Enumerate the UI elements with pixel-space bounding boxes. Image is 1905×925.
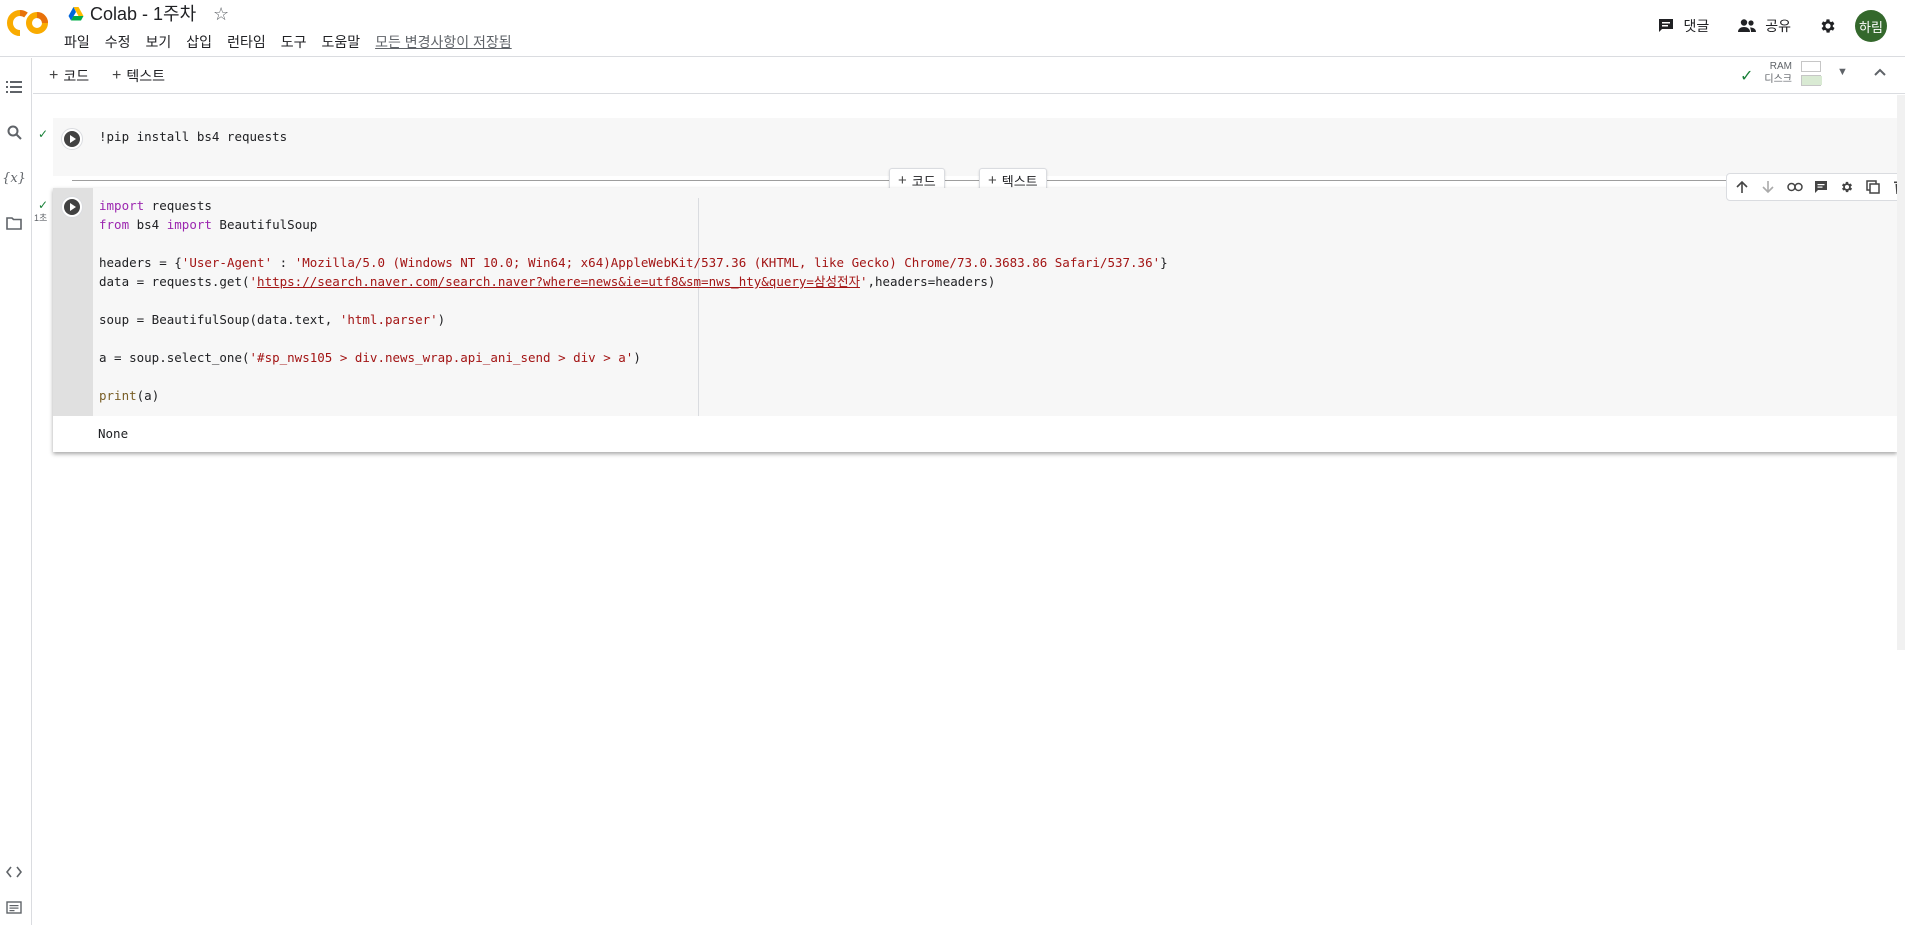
menu-help[interactable]: 도움말 (321, 33, 360, 51)
code-cell-active[interactable]: import requests from bs4 import Beautiful… (53, 173, 1905, 452)
code-line: data = requests.get('https://search.nave… (99, 274, 996, 289)
insert-code-label: 코드 (911, 173, 936, 189)
disk-meter (1801, 75, 1822, 86)
gear-icon (1821, 19, 1835, 33)
plus-icon: + (988, 171, 997, 189)
ram-meter (1801, 61, 1821, 72)
menu-runtime[interactable]: 런타임 (227, 33, 266, 51)
terminal-icon[interactable] (5, 898, 23, 916)
resource-meters[interactable] (1801, 61, 1822, 89)
folder-icon[interactable] (5, 214, 23, 232)
add-code-label: 코드 (63, 68, 90, 84)
app-header: Colab - 1주차 ☆ 파일 수정 보기 삽입 런타임 도구 도움말 모든 … (0, 0, 1905, 57)
comment-icon[interactable] (1812, 178, 1830, 196)
menu-insert[interactable]: 삽입 (186, 33, 212, 51)
people-icon (1738, 19, 1757, 32)
plus-icon: + (49, 67, 59, 84)
share-label: 공유 (1765, 18, 1791, 34)
run-cell-button[interactable] (61, 196, 83, 218)
comment-icon (1659, 19, 1674, 32)
plus-icon: + (898, 171, 907, 189)
plus-icon: + (112, 67, 122, 84)
run-cell-button[interactable] (61, 128, 83, 150)
add-text-button[interactable]: + 텍스트 (112, 66, 165, 86)
add-code-button[interactable]: + 코드 (49, 66, 89, 86)
save-status-link[interactable]: 모든 변경사항이 저장됨 (375, 33, 512, 51)
connected-check-icon: ✓ (1740, 68, 1754, 85)
code-line: from bs4 import BeautifulSoup (99, 217, 318, 232)
move-up-icon[interactable] (1733, 178, 1751, 196)
variables-icon[interactable]: {x} (2, 169, 26, 187)
gear-icon[interactable] (1838, 178, 1856, 196)
menu-view[interactable]: 보기 (146, 33, 172, 51)
code-line: a = soup.select_one('#sp_nws105 > div.ne… (99, 350, 641, 365)
search-icon[interactable] (5, 123, 23, 141)
account-avatar[interactable]: 하림 (1855, 10, 1887, 42)
cell-output: None (98, 426, 129, 441)
notebook-title[interactable]: Colab - 1주차 (90, 2, 196, 26)
code-line: import requests (99, 198, 212, 213)
cell-success-check-icon: ✓ (38, 198, 49, 212)
colab-logo[interactable] (6, 9, 50, 37)
comments-button[interactable]: 댓글 (1657, 16, 1709, 36)
runtime-dropdown-icon[interactable]: ▼ (1837, 66, 1848, 78)
header-actions: 댓글 공유 하림 (1657, 10, 1905, 42)
star-icon[interactable]: ☆ (213, 2, 229, 26)
url-link[interactable]: https://search.naver.com/search.naver?wh… (257, 274, 860, 289)
insert-text-label: 텍스트 (1001, 173, 1038, 189)
notebook-scrollbar[interactable] (1897, 95, 1905, 650)
toc-icon[interactable] (5, 78, 23, 96)
menu-tools[interactable]: 도구 (281, 33, 307, 51)
notebook-toolbar: + 코드 + 텍스트 ✓ RAM 디스크 ▼ (33, 58, 1905, 94)
code-editor[interactable]: import requests from bs4 import Beautiful… (93, 188, 1897, 416)
add-text-label: 텍스트 (126, 68, 165, 84)
mirror-cell-icon[interactable] (1864, 178, 1882, 196)
move-down-icon[interactable] (1759, 178, 1777, 196)
drive-icon[interactable] (68, 6, 84, 22)
code-block: import requests from bs4 import Beautiful… (99, 196, 1168, 405)
comments-label: 댓글 (1683, 18, 1710, 34)
menu-bar: 파일 수정 보기 삽입 런타임 도구 도움말 모든 변경사항이 저장됨 (64, 33, 527, 51)
code-line: print(a) (99, 388, 160, 403)
code-cell[interactable]: !pip install bs4 requests (53, 118, 1897, 176)
cell-gutter (53, 188, 93, 416)
cell-toolbar (1726, 173, 1905, 201)
code-line: soup = BeautifulSoup(data.text, 'html.pa… (99, 312, 446, 327)
code-line: !pip install bs4 requests (99, 129, 288, 144)
menu-edit[interactable]: 수정 (105, 33, 131, 51)
link-icon[interactable] (1786, 178, 1804, 196)
code-line: headers = {'User-Agent' : 'Mozilla/5.0 (… (99, 255, 1168, 270)
code-snippets-icon[interactable] (5, 863, 23, 881)
menu-file[interactable]: 파일 (64, 33, 90, 51)
execution-time: 1초 (34, 213, 48, 223)
resource-labels[interactable]: RAM 디스크 (1762, 60, 1792, 86)
disk-label: 디스크 (1764, 74, 1792, 85)
left-sidebar: {x} (0, 58, 32, 925)
share-button[interactable]: 공유 (1737, 16, 1791, 36)
ram-label: RAM (1769, 61, 1792, 72)
collapse-header-icon[interactable] (1873, 64, 1887, 82)
cell-success-check-icon: ✓ (38, 127, 49, 141)
settings-button[interactable] (1819, 17, 1837, 35)
